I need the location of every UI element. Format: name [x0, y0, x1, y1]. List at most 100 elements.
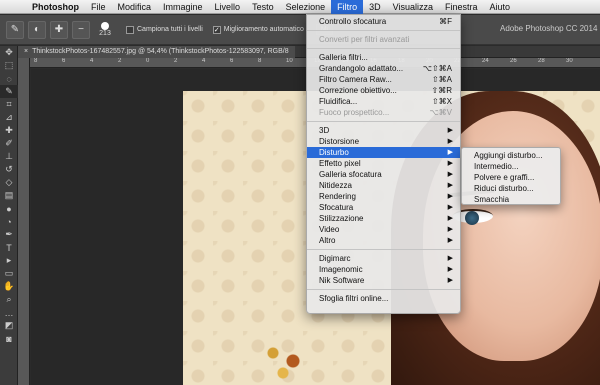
ruler-tick: 0	[146, 58, 150, 64]
filter-menu-item-disturbo[interactable]: Disturbo ▶	[307, 147, 460, 158]
marquee-tool-icon[interactable]: ⬚	[0, 59, 18, 72]
gradient-tool-icon[interactable]: ▤	[0, 189, 18, 202]
submenu-arrow-icon: ▶	[447, 171, 453, 178]
tools-panel: ✥ ⬚ ◌ ✎ ⌗ ⊿ ✚ ✐ ⊥ ↺ ◇ ▤ ● ◔ ✒ T ▸ ▭ ✋ ⌕ …	[0, 46, 18, 385]
menu-item-label: 3D	[319, 126, 330, 135]
quick-selection-tool-icon[interactable]: ✎	[0, 85, 18, 98]
menu-item-label: Fluidifica...	[319, 97, 358, 106]
filter-menu-item-effetto-pixel[interactable]: Effetto pixel ▶	[307, 158, 460, 169]
filter-menu-item-correzione-obiettivo[interactable]: Correzione obiettivo... ⇧⌘R	[307, 85, 460, 96]
menu-item-label: Filtro Camera Raw...	[319, 75, 392, 84]
filter-menu-item-sfocatura[interactable]: Sfocatura ▶	[307, 202, 460, 213]
menu-item-label: Stilizzazione	[319, 214, 364, 223]
filter-menu-item-fluidifica[interactable]: Fluidifica... ⇧⌘X	[307, 96, 460, 107]
shape-tool-icon[interactable]: ▭	[0, 267, 18, 280]
move-tool-icon[interactable]: ✥	[0, 46, 18, 59]
filter-menu-item-galleria-sfocatura[interactable]: Galleria sfocatura ▶	[307, 169, 460, 180]
filter-menu-item-nitidezza[interactable]: Nitidezza ▶	[307, 180, 460, 191]
more-tools-icon[interactable]: …	[0, 306, 18, 319]
filter-menu-item-stilizzazione[interactable]: Stilizzazione ▶	[307, 213, 460, 224]
noise-submenu-item-aggiungi-disturbo[interactable]: Aggiungi disturbo...	[462, 150, 560, 161]
ruler-tick: 2	[118, 58, 122, 64]
menu-testo[interactable]: Testo	[246, 0, 280, 14]
menu-item-shortcut: ⇧⌘X	[431, 97, 452, 106]
menu-aiuto[interactable]: Aiuto	[484, 0, 517, 14]
noise-submenu-item-smacchia[interactable]: Smacchia	[462, 194, 560, 205]
brush-mode-new-icon[interactable]: ◐	[28, 20, 46, 39]
filter-menu-item-3d[interactable]: 3D ▶	[307, 125, 460, 136]
type-tool-icon[interactable]: T	[0, 241, 18, 254]
menu-item-label: Disturbo	[319, 148, 349, 157]
filter-menu-item-galleria-filtri[interactable]: Galleria filtri...	[307, 52, 460, 63]
close-tab-icon[interactable]: ×	[24, 46, 28, 58]
filter-menu-item-altro[interactable]: Altro ▶	[307, 235, 460, 246]
menu-finestra[interactable]: Finestra	[439, 0, 484, 14]
brush-tool-icon[interactable]: ✐	[0, 137, 18, 150]
ruler-tick: 24	[482, 58, 489, 64]
history-brush-tool-icon[interactable]: ↺	[0, 163, 18, 176]
menu-3d[interactable]: 3D	[363, 0, 387, 14]
filter-menu-item-sfoglia-filtri-online[interactable]: Sfoglia filtri online...	[307, 293, 460, 304]
ruler-tick: 4	[90, 58, 94, 64]
noise-submenu-item-riduci-disturbo[interactable]: Riduci disturbo...	[462, 183, 560, 194]
menu-separator	[307, 30, 460, 31]
menu-visualizza[interactable]: Visualizza	[387, 0, 439, 14]
noise-submenu-item-intermedio[interactable]: Intermedio...	[462, 161, 560, 172]
filter-menu-item-video[interactable]: Video ▶	[307, 224, 460, 235]
lasso-tool-icon[interactable]: ◌	[0, 72, 18, 85]
submenu-arrow-icon: ▶	[447, 138, 453, 145]
submenu-arrow-icon: ▶	[447, 160, 453, 167]
blur-tool-icon[interactable]: ●	[0, 202, 18, 215]
menu-item-label: Rendering	[319, 192, 356, 201]
healing-brush-preset-icon[interactable]: ✎	[6, 20, 24, 39]
document-tab-title: ThinkstockPhotos-167482557.jpg @ 54,4% (…	[32, 48, 289, 55]
menu-item-label: Controllo sfocatura	[319, 17, 387, 26]
menu-separator	[307, 121, 460, 122]
vertical-ruler	[18, 58, 30, 385]
ruler-tick: 4	[202, 58, 206, 64]
menu-filtro[interactable]: Filtro	[331, 0, 364, 14]
sample-all-layers-checkbox[interactable]: Campiona tutti i livelli	[126, 25, 203, 34]
brush-mode-subtract-icon[interactable]: −	[72, 20, 90, 39]
submenu-arrow-icon: ▶	[447, 204, 453, 211]
zoom-tool-icon[interactable]: ⌕	[0, 293, 18, 306]
color-swatches-icon[interactable]: ◩	[0, 319, 18, 332]
brush-size-picker[interactable]: 213	[94, 19, 116, 41]
filter-menu-item-filtro-camera-raw[interactable]: Filtro Camera Raw... ⇧⌘A	[307, 74, 460, 85]
filter-menu-item-distorsione[interactable]: Distorsione ▶	[307, 136, 460, 147]
pen-tool-icon[interactable]: ✒	[0, 228, 18, 241]
brush-mode-add-icon[interactable]: ✚	[50, 20, 68, 39]
auto-enhance-checkbox[interactable]: ✓ Miglioramento automatico	[212, 25, 304, 34]
quick-mask-icon[interactable]: ◙	[0, 332, 18, 345]
clone-stamp-tool-icon[interactable]: ⊥	[0, 150, 18, 163]
document-tab[interactable]: × ThinkstockPhotos-167482557.jpg @ 54,4%…	[18, 46, 295, 58]
menu-item-label: Galleria sfocatura	[319, 170, 382, 179]
filter-menu-item-nik-software[interactable]: Nik Software ▶	[307, 275, 460, 286]
menu-file[interactable]: File	[85, 0, 112, 14]
menu-item-label: Altro	[319, 236, 336, 245]
eraser-tool-icon[interactable]: ◇	[0, 176, 18, 189]
crop-tool-icon[interactable]: ⌗	[0, 98, 18, 111]
noise-submenu-item-polvere-e-graffi[interactable]: Polvere e graffi...	[462, 172, 560, 183]
filter-menu-item-imagenomic[interactable]: Imagenomic ▶	[307, 264, 460, 275]
filter-menu: Controllo sfocatura ⌘F Converti per filtri…	[306, 14, 461, 314]
filter-menu-item-controllo-sfocatura[interactable]: Controllo sfocatura ⌘F	[307, 16, 460, 27]
filter-menu-item-digimarc[interactable]: Digimarc ▶	[307, 253, 460, 264]
ruler-tick: 26	[510, 58, 517, 64]
submenu-arrow-icon: ▶	[447, 277, 453, 284]
filter-menu-item-rendering[interactable]: Rendering ▶	[307, 191, 460, 202]
menu-app-photoshop[interactable]: Photoshop	[26, 0, 85, 14]
menu-selezione[interactable]: Selezione	[280, 0, 332, 14]
dodge-tool-icon[interactable]: ◔	[0, 215, 18, 228]
menu-item-shortcut: ⇧⌘A	[431, 75, 452, 84]
hand-tool-icon[interactable]: ✋	[0, 280, 18, 293]
menu-livello[interactable]: Livello	[209, 0, 247, 14]
options-bar: ✎ ◐ ✚ − 213 Campiona tutti i livelli ✓ M…	[0, 15, 600, 45]
menu-immagine[interactable]: Immagine	[157, 0, 209, 14]
path-selection-tool-icon[interactable]: ▸	[0, 254, 18, 267]
menu-modifica[interactable]: Modifica	[112, 0, 158, 14]
brush-dot-icon	[101, 22, 109, 30]
eyedropper-tool-icon[interactable]: ⊿	[0, 111, 18, 124]
filter-menu-item-grandangolo-adattato[interactable]: Grandangolo adattato... ⌥⇧⌘A	[307, 63, 460, 74]
healing-brush-tool-icon[interactable]: ✚	[0, 124, 18, 137]
